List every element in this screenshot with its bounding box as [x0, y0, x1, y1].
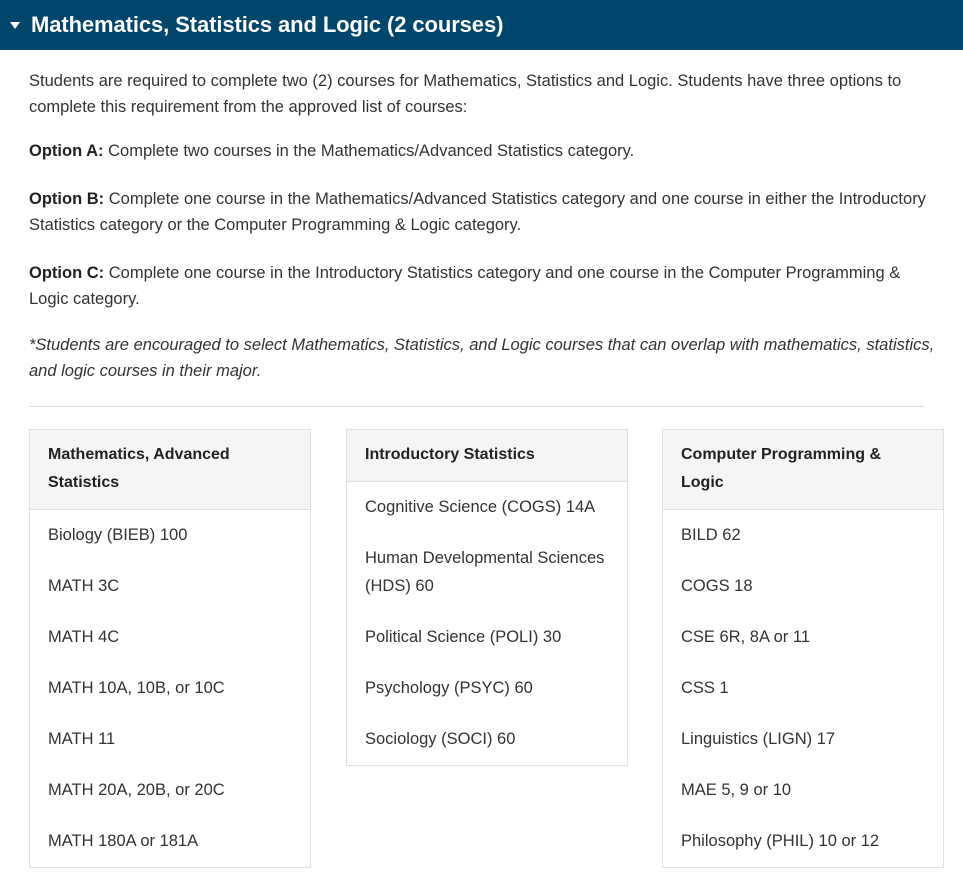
table-row: MATH 10A, 10B, or 10C	[30, 663, 311, 714]
course-cell: Biology (BIEB) 100	[48, 526, 188, 544]
table-row: Sociology (SOCI) 60	[347, 714, 628, 766]
course-cell: Linguistics (LIGN) 17	[681, 730, 836, 748]
option-a-paragraph: Option A: Complete two courses in the Ma…	[29, 138, 941, 164]
course-cell: BILD 62	[681, 526, 741, 544]
table-row: MATH 3C	[30, 561, 311, 612]
course-cell: Sociology (SOCI) 60	[365, 730, 516, 748]
column-header: Mathematics, Advanced Statistics	[29, 429, 311, 510]
course-cell: CSE 6R, 8A or 11	[681, 628, 811, 646]
course-table-computer-programming-logic: Computer Programming & Logic BILD 62 COG…	[662, 429, 944, 868]
course-cell: MAE 5, 9 or 10	[681, 781, 792, 799]
table-row: Human Developmental Sciences (HDS) 60	[347, 533, 628, 612]
course-cell: MATH 180A or 181A	[48, 832, 199, 850]
table-row: Philosophy (PHIL) 10 or 12	[663, 816, 944, 868]
table-row: CSS 1	[663, 663, 944, 714]
course-cell: Psychology (PSYC) 60	[365, 679, 533, 697]
option-c-label: Option C:	[29, 264, 105, 282]
table-header-row: Computer Programming & Logic	[662, 429, 944, 510]
option-b-text: Complete one course in the Mathematics/A…	[29, 190, 926, 234]
triangle-down-icon[interactable]	[5, 15, 25, 35]
table-row: Psychology (PSYC) 60	[347, 663, 628, 714]
course-cell: COGS 18	[681, 577, 753, 595]
table-row: MATH 20A, 20B, or 20C	[30, 765, 311, 816]
table-header-row: Introductory Statistics	[346, 429, 628, 482]
course-cell: MATH 11	[48, 730, 116, 748]
course-tables-row: Mathematics, Advanced Statistics Biology…	[0, 407, 963, 868]
option-c-text: Complete one course in the Introductory …	[29, 264, 901, 308]
table-row: Cognitive Science (COGS) 14A	[347, 482, 628, 534]
intro-paragraph: Students are required to complete two (2…	[29, 72, 902, 116]
table-row: Biology (BIEB) 100	[30, 510, 311, 562]
course-table-mathematics-advanced-statistics: Mathematics, Advanced Statistics Biology…	[29, 429, 311, 868]
option-c-paragraph: Option C: Complete one course in the Int…	[29, 260, 941, 312]
table-row: MAE 5, 9 or 10	[663, 765, 944, 816]
course-cell: CSS 1	[681, 679, 729, 697]
table-row: MATH 11	[30, 714, 311, 765]
accordion-title: Mathematics, Statistics and Logic (2 cou…	[31, 11, 504, 37]
course-cell: MATH 10A, 10B, or 10C	[48, 679, 225, 697]
course-cell: Political Science (POLI) 30	[365, 628, 562, 646]
option-a-text: Complete two courses in the Mathematics/…	[103, 142, 635, 160]
accordion-header[interactable]: Mathematics, Statistics and Logic (2 cou…	[0, 0, 963, 50]
course-table-introductory-statistics: Introductory Statistics Cognitive Scienc…	[346, 429, 628, 766]
column-header: Introductory Statistics	[346, 429, 628, 482]
table-row: COGS 18	[663, 561, 944, 612]
table-row: CSE 6R, 8A or 11	[663, 612, 944, 663]
option-b-label: Option B:	[29, 190, 105, 208]
option-b-paragraph: Option B: Complete one course in the Mat…	[29, 186, 941, 238]
course-cell: Philosophy (PHIL) 10 or 12	[681, 832, 880, 850]
note-paragraph: *Students are encouraged to select Mathe…	[29, 336, 935, 380]
column-header: Computer Programming & Logic	[662, 429, 944, 510]
course-cell: MATH 20A, 20B, or 20C	[48, 781, 225, 799]
table-row: MATH 4C	[30, 612, 311, 663]
course-cell: MATH 3C	[48, 577, 120, 595]
option-a-label: Option A:	[29, 142, 104, 160]
course-cell: Human Developmental Sciences (HDS) 60	[365, 549, 605, 595]
table-header-row: Mathematics, Advanced Statistics	[29, 429, 311, 510]
course-cell: Cognitive Science (COGS) 14A	[365, 498, 596, 516]
course-cell: MATH 4C	[48, 628, 120, 646]
table-row: BILD 62	[663, 510, 944, 562]
table-row: MATH 180A or 181A	[30, 816, 311, 868]
table-row: Political Science (POLI) 30	[347, 612, 628, 663]
table-row: Linguistics (LIGN) 17	[663, 714, 944, 765]
panel-body: Students are required to complete two (2…	[0, 50, 963, 407]
